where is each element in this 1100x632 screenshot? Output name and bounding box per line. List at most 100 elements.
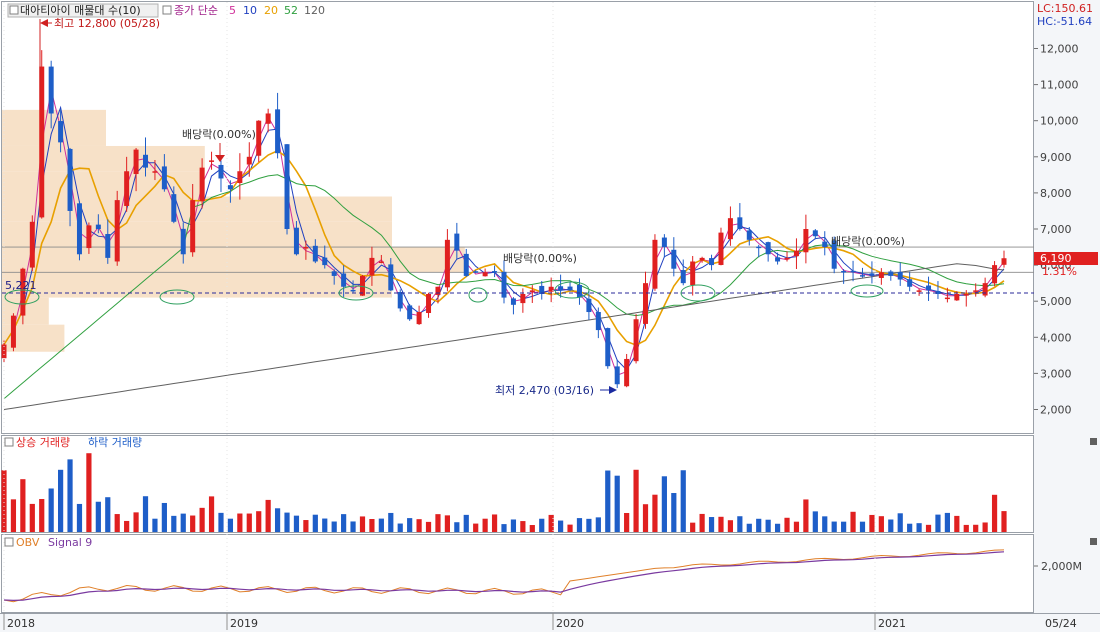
candle-body bbox=[492, 271, 498, 273]
candle-body bbox=[973, 290, 979, 292]
candle-body bbox=[416, 312, 422, 325]
candle-body bbox=[765, 242, 771, 255]
price-tick-label: 7,000 bbox=[1040, 223, 1072, 236]
candle-body bbox=[58, 121, 64, 143]
volume-bar bbox=[831, 521, 837, 532]
obv-panel-close-icon[interactable] bbox=[1090, 538, 1097, 545]
dividend-note-2020: 배당락(0.00%) bbox=[831, 235, 905, 248]
volume-bar bbox=[671, 493, 677, 532]
price-tick-label: 11,000 bbox=[1040, 79, 1079, 92]
candle-body bbox=[727, 218, 733, 240]
candle-body bbox=[709, 258, 715, 266]
volume-bar bbox=[237, 513, 243, 532]
volume-bar bbox=[284, 512, 290, 532]
candle-body bbox=[624, 358, 630, 387]
candle-body bbox=[746, 230, 752, 240]
volume-bar bbox=[473, 523, 479, 532]
volume-bar bbox=[67, 459, 73, 532]
volume-bar bbox=[765, 519, 771, 532]
lc-value: LC:150.61 bbox=[1037, 2, 1093, 15]
candle-body bbox=[369, 257, 375, 276]
candle-body bbox=[586, 298, 592, 313]
volume-bar bbox=[501, 524, 507, 532]
volume-bar bbox=[199, 507, 205, 532]
time-tick-label: 2020 bbox=[556, 617, 584, 630]
time-tick-label: 2018 bbox=[7, 617, 35, 630]
candle-body bbox=[482, 272, 488, 277]
volume-up-legend: 상승 거래량 bbox=[16, 436, 70, 449]
indicator-title: 대아티아이 매물대 수(10) bbox=[20, 4, 141, 17]
candle-body bbox=[1001, 258, 1007, 265]
candle-body bbox=[341, 273, 347, 287]
price-tick-label: 12,000 bbox=[1040, 43, 1079, 56]
volume-bar bbox=[963, 524, 969, 532]
volume-bar bbox=[586, 518, 592, 532]
volume-profile-zone bbox=[2, 171, 205, 197]
candle-body bbox=[199, 167, 205, 202]
candle-body bbox=[10, 315, 16, 348]
volume-bar bbox=[680, 470, 686, 532]
ma10-label: 10 bbox=[243, 4, 257, 17]
volume-bar bbox=[878, 516, 884, 532]
volume-panel-close-icon[interactable] bbox=[1090, 438, 1097, 445]
low-note: 최저 2,470 (03/16) bbox=[495, 384, 594, 397]
volume-bar bbox=[208, 496, 215, 532]
candle-body bbox=[171, 194, 177, 222]
volume-bar bbox=[58, 469, 64, 532]
indicator-checkbox[interactable] bbox=[9, 5, 19, 15]
volume-checkbox[interactable] bbox=[4, 437, 14, 447]
candle-body bbox=[954, 293, 960, 301]
volume-bar bbox=[991, 494, 998, 532]
volume-bar bbox=[746, 523, 752, 532]
candle-body bbox=[388, 264, 394, 291]
volume-bar bbox=[227, 518, 234, 532]
obv-tick-label: 2,000M bbox=[1041, 560, 1082, 573]
volume-bar bbox=[869, 514, 875, 532]
ma52-label: 52 bbox=[284, 4, 298, 17]
volume-bar bbox=[812, 511, 818, 532]
volume-bar bbox=[312, 514, 318, 532]
candle-body bbox=[473, 271, 479, 273]
volume-bar bbox=[850, 511, 856, 532]
volume-bar bbox=[624, 512, 630, 532]
volume-bar bbox=[322, 518, 328, 532]
volume-bar bbox=[642, 504, 649, 532]
volume-bar bbox=[416, 519, 422, 532]
candle-body bbox=[246, 156, 252, 165]
volume-bar bbox=[218, 512, 224, 532]
candle-body bbox=[963, 293, 969, 296]
obv-checkbox[interactable] bbox=[4, 537, 14, 547]
price-tick-label: 10,000 bbox=[1040, 115, 1079, 128]
volume-bar bbox=[520, 521, 526, 532]
dividend-note-2018: 배당락(0.00%) bbox=[182, 128, 256, 141]
current-change: 1.31% bbox=[1042, 265, 1077, 278]
candle-body bbox=[558, 286, 564, 291]
candle-body bbox=[331, 271, 337, 276]
volume-bar bbox=[190, 515, 196, 532]
candle-body bbox=[293, 227, 299, 255]
candle-body bbox=[567, 286, 573, 291]
candle-body bbox=[256, 120, 262, 156]
candle-body bbox=[444, 239, 450, 288]
candle-body bbox=[756, 246, 762, 249]
candle-body bbox=[737, 217, 743, 229]
volume-bar bbox=[105, 497, 111, 532]
candle-body bbox=[190, 200, 196, 253]
candle-body bbox=[20, 268, 26, 316]
volume-bar bbox=[133, 512, 139, 532]
price-tick-label: 3,000 bbox=[1040, 367, 1072, 380]
candle-body bbox=[699, 257, 705, 261]
candle-body bbox=[284, 144, 290, 229]
obv-legend: OBV bbox=[16, 536, 40, 549]
candle-body bbox=[67, 148, 73, 211]
volume-bar bbox=[595, 517, 601, 532]
volume-bar bbox=[303, 520, 309, 532]
candle-body bbox=[407, 305, 413, 320]
candle-body bbox=[812, 230, 818, 237]
volume-bar bbox=[935, 514, 941, 532]
candle-body bbox=[897, 271, 903, 280]
volume-bar bbox=[690, 522, 696, 532]
ma-checkbox[interactable] bbox=[162, 5, 172, 15]
time-tick-label: 05/24 bbox=[1045, 617, 1077, 630]
volume-bar bbox=[944, 512, 950, 532]
